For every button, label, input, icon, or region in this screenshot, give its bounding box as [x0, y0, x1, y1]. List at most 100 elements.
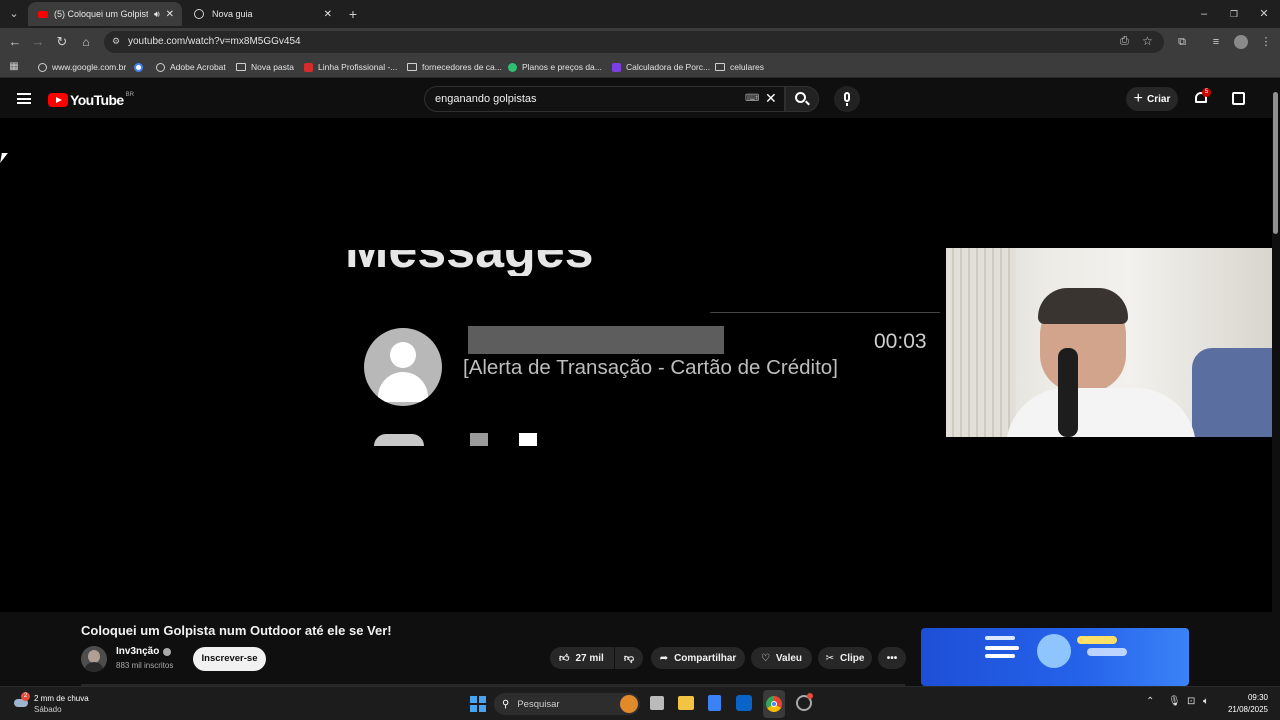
- bookmark-google-g[interactable]: [134, 60, 143, 74]
- close-tab-icon[interactable]: ✕: [324, 9, 332, 20]
- thanks-button[interactable]: ♡ Valeu: [751, 647, 812, 669]
- globe-icon: [194, 9, 204, 19]
- video-player[interactable]: Messages 00:03 [Alerta de Transação - Ca…: [0, 118, 1272, 612]
- video-title: Coloquei um Golpista num Outdoor até ele…: [81, 623, 392, 638]
- site-info-icon[interactable]: ⚙: [112, 36, 120, 47]
- url-text[interactable]: youtube.com/watch?v=mx8M5GGv454: [128, 36, 301, 47]
- search-highlight-icon: [620, 695, 638, 713]
- bed-blanket: [1192, 348, 1272, 437]
- channel-avatar[interactable]: [81, 646, 107, 672]
- clip-button[interactable]: ✂ Clipe: [818, 647, 872, 669]
- notifications-button[interactable]: 5: [1194, 88, 1211, 105]
- thumbs-down-icon: 👎︎: [623, 653, 635, 664]
- media-controls-icon[interactable]: ≡: [1208, 34, 1224, 50]
- notification-badge: 5: [1202, 88, 1211, 97]
- weather-widget-icon[interactable]: 2: [12, 692, 30, 710]
- outlook-icon[interactable]: [736, 695, 752, 711]
- bookmark-nova-pasta[interactable]: Nova pasta: [236, 60, 294, 74]
- file-explorer-icon[interactable]: [678, 696, 694, 710]
- share-button[interactable]: ➦ Compartilhar: [651, 647, 745, 669]
- voice-search-button[interactable]: [834, 86, 860, 112]
- restore-button[interactable]: ❐: [1226, 6, 1242, 22]
- search-input[interactable]: enganando golpistas: [435, 93, 537, 105]
- bookmark-star-icon[interactable]: ☆: [1142, 34, 1153, 48]
- chrome-menu-icon[interactable]: ⋮: [1258, 34, 1274, 50]
- page-scrollbar[interactable]: [1272, 80, 1280, 686]
- clock-date[interactable]: 21/08/2025: [1222, 705, 1268, 714]
- start-button[interactable]: [470, 696, 486, 712]
- microphone-tray-icon[interactable]: 🎙︎: [1168, 696, 1181, 707]
- close-window-button[interactable]: ✕: [1256, 6, 1272, 22]
- tray-overflow-icon[interactable]: ⌃: [1146, 696, 1154, 707]
- bookmark-celulares[interactable]: celulares: [715, 60, 764, 74]
- redacted-block: [519, 433, 537, 446]
- tab-search-button[interactable]: ⌄: [6, 6, 22, 22]
- profile-avatar[interactable]: [1234, 35, 1248, 49]
- redacted-block: [470, 433, 488, 446]
- back-button[interactable]: ←: [7, 34, 23, 50]
- plus-icon: +: [1133, 90, 1143, 107]
- keyboard-icon[interactable]: ⌨: [745, 93, 759, 104]
- speaker-icon[interactable]: 🔊︎: [154, 9, 160, 20]
- bookmark-calculadora[interactable]: Calculadora de Porc...: [612, 60, 710, 74]
- forward-button[interactable]: →: [30, 34, 46, 50]
- message-time: 00:03: [874, 330, 927, 353]
- youtube-logo[interactable]: YouTube BR: [48, 92, 134, 108]
- verified-icon: [163, 647, 172, 656]
- account-icon[interactable]: [1232, 92, 1245, 105]
- thumbs-up-icon: 👍︎: [559, 653, 570, 664]
- bookmark-google[interactable]: www.google.com.br: [38, 60, 126, 74]
- search-box[interactable]: enganando golpistas ⌨ ✕: [424, 86, 785, 112]
- dislike-button[interactable]: 👎︎: [615, 647, 643, 669]
- taskbar-search[interactable]: ⚲ Pesquisar: [494, 693, 640, 715]
- ad-person-image: [1037, 634, 1071, 668]
- bookmark-adobe[interactable]: Adobe Acrobat: [156, 60, 226, 74]
- video-info: Coloquei um Golpista num Outdoor até ele…: [0, 612, 1272, 686]
- weather-badge: 2: [21, 692, 30, 701]
- search-button[interactable]: [785, 86, 819, 112]
- folder-icon: [236, 63, 246, 71]
- tab-title: (5) Coloquei um Golpista n: [54, 9, 148, 19]
- settings-icon[interactable]: [796, 693, 813, 711]
- minimize-button[interactable]: –: [1196, 6, 1212, 22]
- install-icon[interactable]: ⎙: [1120, 35, 1129, 48]
- chrome-taskbar-button[interactable]: [763, 690, 785, 718]
- network-icon[interactable]: ⊡: [1187, 696, 1195, 707]
- leaf-icon: [508, 62, 517, 72]
- bookmark-linha[interactable]: Linha Profissional -...: [304, 60, 397, 74]
- scrollbar-thumb[interactable]: [1273, 92, 1278, 234]
- clock-time[interactable]: 09:30: [1228, 693, 1268, 702]
- notepad-icon[interactable]: [708, 695, 721, 711]
- volume-icon[interactable]: 🔈︎: [1203, 696, 1209, 707]
- bookmark-planos[interactable]: Planos e preços da...: [508, 60, 602, 74]
- reload-button[interactable]: ↻: [54, 34, 70, 50]
- new-tab-button[interactable]: +: [345, 6, 361, 22]
- address-bar[interactable]: ⚙ youtube.com/watch?v=mx8M5GGv454 ⎙ ☆: [104, 31, 1164, 53]
- subscriber-count: 883 mil inscritos: [116, 661, 174, 670]
- bookmark-fornecedores[interactable]: fornecedores de ca...: [407, 60, 502, 74]
- hamburger-menu-icon[interactable]: [17, 93, 31, 104]
- subscribe-button[interactable]: Inscrever-se: [193, 647, 266, 671]
- tab-new[interactable]: Nova guia ✕: [184, 2, 340, 26]
- folder-icon: [715, 63, 725, 71]
- weather-text[interactable]: 2 mm de chuva: [34, 694, 89, 703]
- task-view-icon[interactable]: [650, 696, 664, 710]
- like-button[interactable]: 👍︎ 27 mil: [550, 647, 614, 669]
- channel-name[interactable]: Inv3nção: [116, 646, 172, 657]
- message-preview: [Alerta de Transação - Cartão de Crédito…: [463, 356, 838, 379]
- extensions-icon[interactable]: ⧉: [1174, 34, 1190, 50]
- share-icon: ➦: [659, 652, 669, 664]
- create-button[interactable]: + Criar: [1126, 87, 1178, 111]
- ad-banner[interactable]: [921, 628, 1189, 686]
- more-actions-button[interactable]: •••: [878, 647, 906, 669]
- tab-title: Nova guia: [212, 9, 253, 19]
- weather-day: Sábado: [34, 705, 62, 714]
- home-button[interactable]: ⌂: [78, 34, 94, 50]
- google-icon: [134, 62, 143, 72]
- close-tab-icon[interactable]: ✕: [166, 9, 174, 20]
- purple-icon: [612, 62, 621, 72]
- apps-grid-icon[interactable]: ▦: [6, 59, 22, 75]
- clear-search-icon[interactable]: ✕: [765, 90, 777, 107]
- webcam-overlay: [946, 248, 1272, 437]
- tab-video[interactable]: (5) Coloquei um Golpista n 🔊︎ ✕: [28, 2, 182, 26]
